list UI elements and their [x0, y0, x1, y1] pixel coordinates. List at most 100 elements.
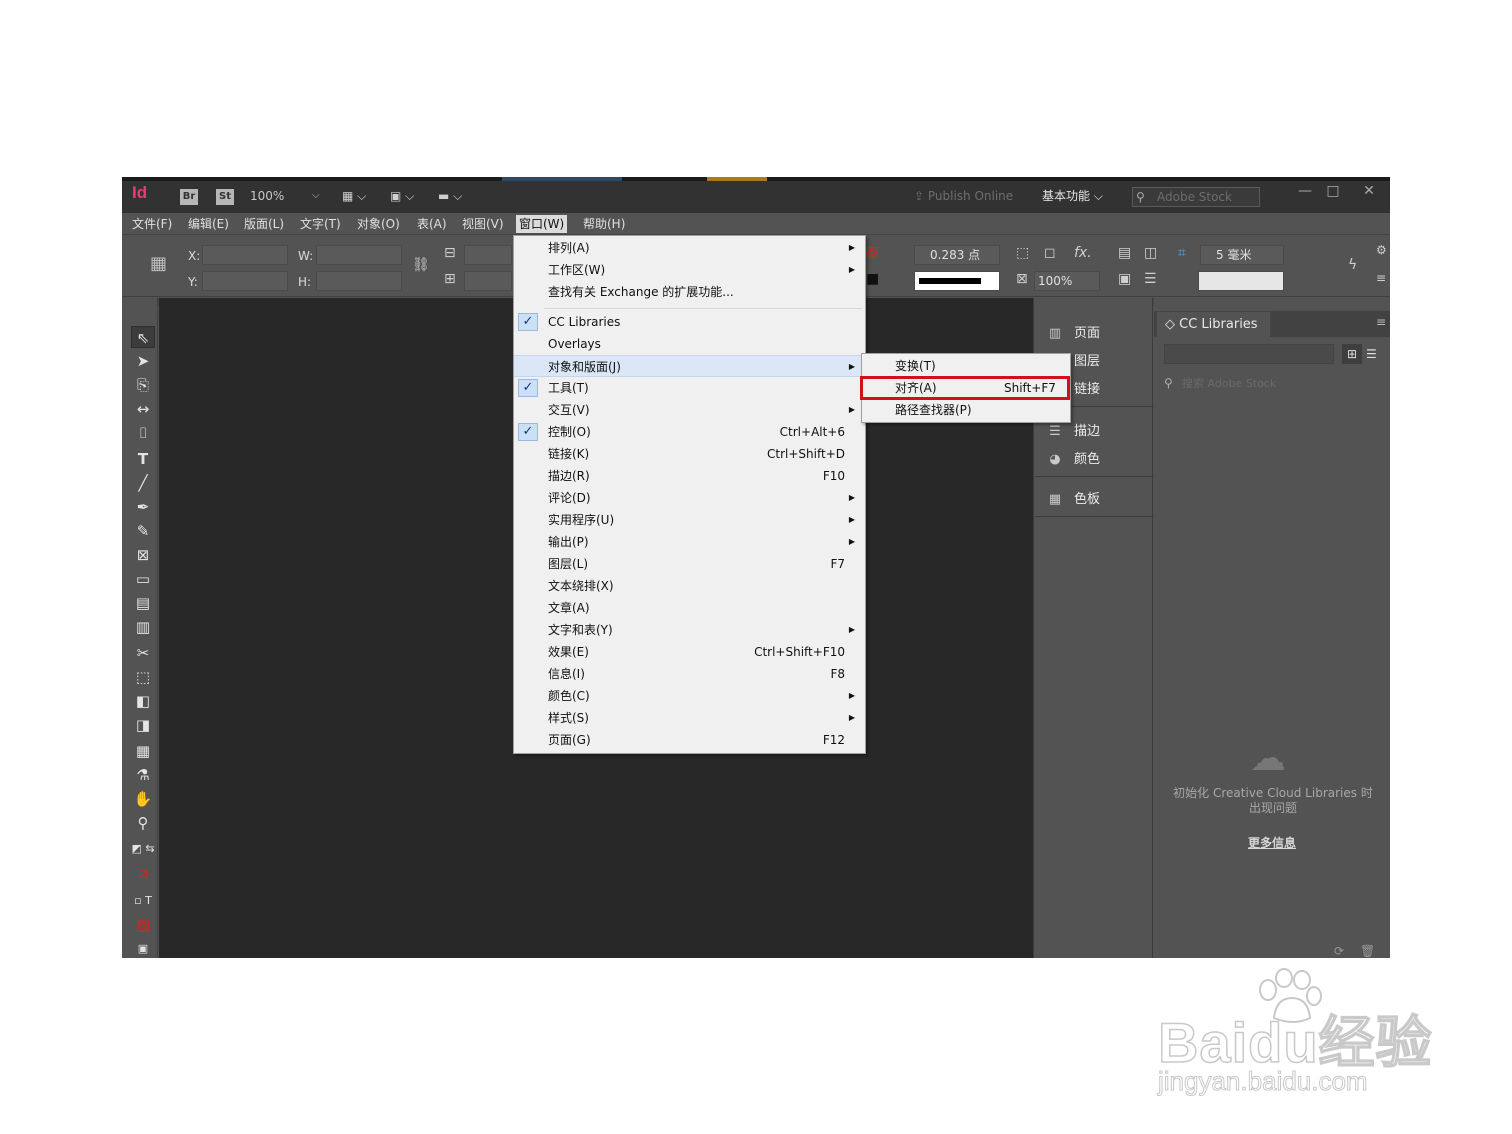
note-tool-icon[interactable]: ▦	[131, 740, 155, 762]
menu-item-interactive[interactable]: 交互(V) ▶	[514, 399, 865, 421]
y-field[interactable]	[202, 271, 288, 291]
zoom-level[interactable]: 100%	[250, 186, 284, 206]
library-dropdown[interactable]	[1164, 344, 1334, 364]
content-collector-icon[interactable]: ⌷	[131, 422, 155, 444]
formatting-affects-icon[interactable]: ▫ T	[131, 890, 155, 912]
menu-view[interactable]: 视图(V)	[459, 215, 507, 233]
menu-type[interactable]: 文字(T)	[297, 215, 344, 233]
close-button[interactable]: ✕	[1358, 183, 1380, 199]
menu-object[interactable]: 对象(O)	[354, 215, 403, 233]
menu-item-output[interactable]: 输出(P) ▶	[514, 531, 865, 553]
menu-item-text-wrap[interactable]: 文本绕排(X)	[514, 575, 865, 597]
library-search-input[interactable]: 搜索 Adobe Stock	[1164, 374, 1380, 394]
reference-point-icon[interactable]: ▦	[150, 253, 167, 274]
menu-layout[interactable]: 版面(L)	[241, 215, 287, 233]
frame-fitting-icon[interactable]: ⬚	[1016, 245, 1029, 261]
panel-menu-icon[interactable]: ≡	[1376, 315, 1386, 329]
view-options-icon[interactable]: ▦ ⌵	[342, 186, 366, 206]
menu-item-overlays[interactable]: Overlays	[514, 333, 865, 355]
eyedropper-tool-icon[interactable]: ⚗	[131, 764, 155, 786]
vertical-grid-tool-icon[interactable]: ▥	[131, 616, 155, 638]
sync-icon[interactable]: ⟳	[1334, 944, 1344, 958]
list-view-icon[interactable]: ☰	[1366, 344, 1377, 364]
menu-item-workspace[interactable]: 工作区(W) ▶	[514, 259, 865, 281]
dock-pages[interactable]: ▥ 页面	[1044, 322, 1100, 346]
maximize-button[interactable]: □	[1322, 183, 1344, 199]
menu-item-color[interactable]: 颜色(C) ▶	[514, 685, 865, 707]
menu-item-pages[interactable]: 页面(G) F12	[514, 729, 865, 751]
trash-icon[interactable]: 🗑	[1360, 944, 1375, 958]
menu-item-links[interactable]: 链接(K) Ctrl+Shift+D	[514, 443, 865, 465]
menu-item-layers[interactable]: 图层(L) F7	[514, 553, 865, 575]
constrain-proportions-icon[interactable]: ⛓	[412, 257, 430, 273]
x-field[interactable]	[202, 245, 288, 265]
menu-item-articles[interactable]: 文章(A)	[514, 597, 865, 619]
column-icon[interactable]: ◫	[1144, 245, 1157, 261]
grid-view-icon[interactable]: ⊞	[1342, 344, 1362, 364]
menu-table[interactable]: 表(A)	[414, 215, 450, 233]
menu-item-object-layout[interactable]: 对象和版面(J) ▶	[514, 355, 865, 377]
rectangle-tool-icon[interactable]: ▭	[131, 568, 155, 590]
minimize-button[interactable]: —	[1294, 183, 1316, 199]
adobe-stock-search[interactable]: Adobe Stock	[1132, 187, 1260, 207]
stroke-weight-field[interactable]: 0.283 点	[914, 245, 1000, 265]
dock-swatches[interactable]: ▦ 色板	[1044, 488, 1100, 512]
direct-selection-tool-icon[interactable]: ➤	[131, 350, 155, 372]
menu-item-styles[interactable]: 样式(S) ▶	[514, 707, 865, 729]
screen-mode-icon[interactable]: ▣ ⌵	[390, 186, 414, 206]
menu-item-cc-libraries[interactable]: ✓ CC Libraries	[514, 311, 865, 333]
text-wrap-icon[interactable]: ▤	[1118, 245, 1131, 261]
fill-stroke-swatch-icon[interactable]: ⧄	[131, 862, 155, 884]
scale-x-field[interactable]	[464, 245, 512, 265]
submenu-item-pathfinder[interactable]: 路径查找器(P)	[862, 399, 1070, 421]
settings-icon[interactable]: ⚙	[1376, 243, 1387, 257]
effects-icon[interactable]: fx.	[1074, 245, 1092, 261]
hand-tool-icon[interactable]: ✋	[131, 788, 155, 810]
scissors-tool-icon[interactable]: ✂	[131, 642, 155, 664]
h-field[interactable]	[316, 271, 402, 291]
dock-stroke[interactable]: ☰ 描边	[1044, 420, 1100, 444]
stock-icon[interactable]: St	[216, 189, 234, 205]
screen-mode-normal-icon[interactable]: ▣	[131, 938, 155, 958]
menu-item-arrange[interactable]: 排列(A) ▶	[514, 237, 865, 259]
menu-window[interactable]: 窗口(W)	[516, 215, 568, 233]
zoom-tool-icon[interactable]: ⚲	[131, 812, 155, 834]
workspace-switcher[interactable]: 基本功能 ⌵	[1042, 186, 1103, 206]
selection-tool-icon[interactable]: ⇖	[131, 326, 155, 348]
horizontal-grid-tool-icon[interactable]: ▤	[131, 592, 155, 614]
gap-field[interactable]: 5 毫米	[1200, 245, 1284, 265]
stroke-type-dropdown[interactable]	[914, 271, 1000, 291]
bridge-icon[interactable]: Br	[180, 189, 198, 205]
drop-shadow-icon[interactable]: ◻	[1044, 245, 1056, 261]
type-tool-icon[interactable]: T	[131, 448, 155, 470]
page-tool-icon[interactable]: ⎘	[131, 374, 155, 396]
opacity-field[interactable]: 100%	[1034, 271, 1100, 291]
publish-online-button[interactable]: ⇪ Publish Online	[914, 186, 1013, 206]
menu-item-effects[interactable]: 效果(E) Ctrl+Shift+F10	[514, 641, 865, 663]
arrange-documents-icon[interactable]: ▬ ⌵	[438, 186, 462, 206]
cc-libraries-tab[interactable]: ◇ CC Libraries	[1156, 311, 1271, 337]
rectangle-frame-tool-icon[interactable]: ⊠	[131, 544, 155, 566]
menu-item-tools[interactable]: ✓ 工具(T)	[514, 377, 865, 399]
free-transform-tool-icon[interactable]: ⬚	[131, 666, 155, 688]
more-info-link[interactable]: 更多信息	[1154, 834, 1390, 851]
w-field[interactable]	[316, 245, 402, 265]
menu-item-stroke[interactable]: 描边(R) F10	[514, 465, 865, 487]
pen-tool-icon[interactable]: ✒	[131, 496, 155, 518]
pencil-tool-icon[interactable]: ✎	[131, 520, 155, 542]
menu-item-info[interactable]: 信息(I) F8	[514, 663, 865, 685]
panel-menu-icon[interactable]: ≡	[1376, 271, 1386, 285]
gradient-feather-tool-icon[interactable]: ◨	[131, 714, 155, 736]
line-tool-icon[interactable]: ╱	[131, 472, 155, 494]
stroke-swatch-icon[interactable]: ■	[866, 271, 879, 287]
zoom-chevron-icon[interactable]: ⌵	[312, 186, 320, 206]
menu-item-type-tables[interactable]: 文字和表(Y) ▶	[514, 619, 865, 641]
apply-none-icon[interactable]: ▨	[131, 914, 155, 936]
menu-help[interactable]: 帮助(H)	[580, 215, 628, 233]
menu-item-utilities[interactable]: 实用程序(U) ▶	[514, 509, 865, 531]
menu-item-control[interactable]: ✓ 控制(O) Ctrl+Alt+6	[514, 421, 865, 443]
default-colors-icon[interactable]: ◩ ⇆	[131, 838, 155, 860]
menu-item-exchange[interactable]: 查找有关 Exchange 的扩展功能...	[514, 281, 865, 303]
object-style-dropdown[interactable]	[1198, 271, 1284, 291]
fill-none-icon[interactable]: ▨	[866, 244, 879, 260]
